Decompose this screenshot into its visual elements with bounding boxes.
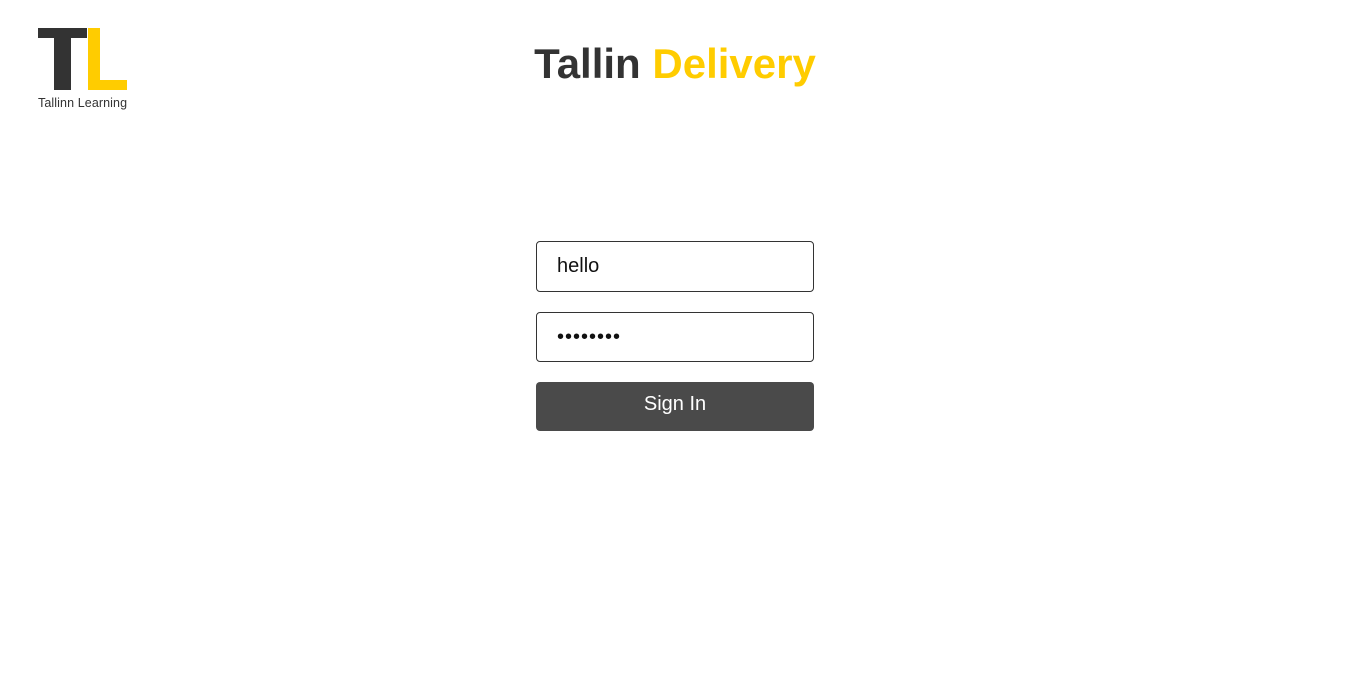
page-title: Tallin Delivery bbox=[0, 38, 1350, 90]
username-input[interactable] bbox=[536, 241, 814, 292]
logo-caption: Tallinn Learning bbox=[38, 96, 128, 110]
login-page: Tallinn Learning Tallin Delivery Sign In bbox=[0, 0, 1350, 676]
login-form: Sign In bbox=[536, 241, 814, 431]
password-input[interactable] bbox=[536, 312, 814, 362]
title-part-2: Delivery bbox=[652, 40, 816, 87]
title-part-1: Tallin bbox=[534, 40, 641, 87]
sign-in-button[interactable]: Sign In bbox=[536, 382, 814, 431]
